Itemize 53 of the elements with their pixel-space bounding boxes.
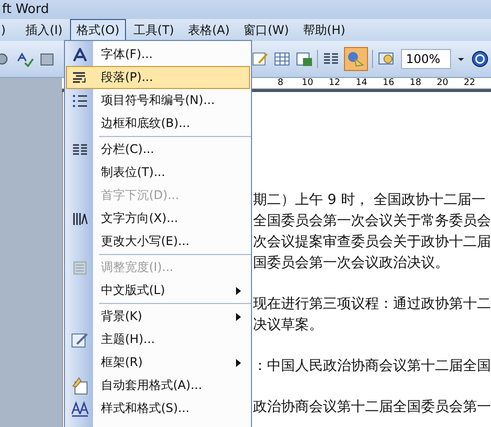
autoformat-icon (71, 376, 89, 394)
document-text-line: 现在进行第三项议程：通过政协第十二 (253, 295, 491, 314)
columns-icon (72, 144, 88, 156)
document-text-line: ：中国人民政治协商会议第十二届全国 (253, 357, 491, 376)
bullet-list-icon (72, 94, 88, 108)
menu-entry[interactable]: 框架(R) (66, 351, 250, 374)
ruler-number: 12 (328, 78, 342, 88)
zoom-field[interactable]: 100% (401, 49, 451, 69)
document-text-line: 国委员会第一次会议政治决议。 (253, 254, 450, 273)
document-text-line: 决议草案。 (253, 316, 324, 335)
menu-entry[interactable]: 背景(K) (66, 305, 250, 328)
ruler-number: 18 (408, 78, 422, 88)
menu-entry[interactable]: 字体(F)... (66, 43, 250, 66)
ruler-number: 22 (462, 78, 476, 88)
menu-item[interactable]: ) (0, 20, 13, 40)
ruler-number: 8 (276, 78, 284, 88)
menu-entry[interactable]: 主题(H)... (66, 328, 250, 351)
document-text-line: 政治协商会议第十二届全国委员会第一 (253, 398, 491, 417)
menu-entry[interactable]: 分栏(C)... (66, 138, 250, 161)
menu-item[interactable]: 工具(T) (126, 18, 182, 42)
ruler-number: 14 (354, 78, 368, 88)
document-text-line: 全国委员会第一次会议关于常务委员会 (253, 212, 491, 231)
menu-entry[interactable]: 制表位(T)... (66, 161, 250, 184)
theme-icon (71, 332, 89, 348)
document-text-line: 期二）上午 9 时， 全国政协十二届一 (253, 191, 486, 210)
letter-a-icon (73, 48, 87, 62)
text-direction-icon (72, 210, 88, 226)
menu-item[interactable]: 格式(O) (70, 18, 126, 42)
menu-item[interactable]: 插入(I) (18, 18, 70, 42)
drawing-pen-icon[interactable] (251, 50, 269, 68)
spelling-icon[interactable] (16, 51, 34, 67)
ruler-number: 10 (300, 78, 314, 88)
menu-item[interactable]: 表格(A) (181, 18, 237, 42)
menu-entry[interactable]: 更改大小写(E)... (66, 230, 250, 253)
document-text-line: 次会议提案审查委员会关于政协十二届 (253, 233, 491, 252)
menu-entry[interactable]: 段落(P)... (66, 66, 250, 89)
window-title: ft Word (2, 2, 49, 17)
adjust-width-icon (73, 260, 87, 274)
menu-entry[interactable]: 文字方向(X)... (66, 207, 250, 230)
menu-entry[interactable]: 边框和底纹(B)... (66, 112, 250, 135)
ruler-number: 20 (436, 78, 450, 88)
spreadsheet-icon[interactable] (295, 50, 313, 68)
menu-item[interactable]: 窗口(W) (236, 18, 296, 42)
help-icon[interactable] (471, 50, 489, 68)
menu-entry[interactable]: 中文版式(L) (66, 279, 250, 302)
menu-entry[interactable]: 自动套用格式(A)... (66, 374, 250, 397)
menu-entry[interactable]: 项目符号和编号(N)... (66, 89, 250, 112)
menu-entry[interactable]: 样式和格式(S)... (66, 397, 250, 420)
ruler-number: 16 (382, 78, 396, 88)
menu-item[interactable]: 帮助(H) (296, 18, 352, 42)
paragraph-icon (72, 70, 88, 84)
styles-icon (71, 400, 89, 416)
table-icon[interactable] (273, 50, 291, 68)
